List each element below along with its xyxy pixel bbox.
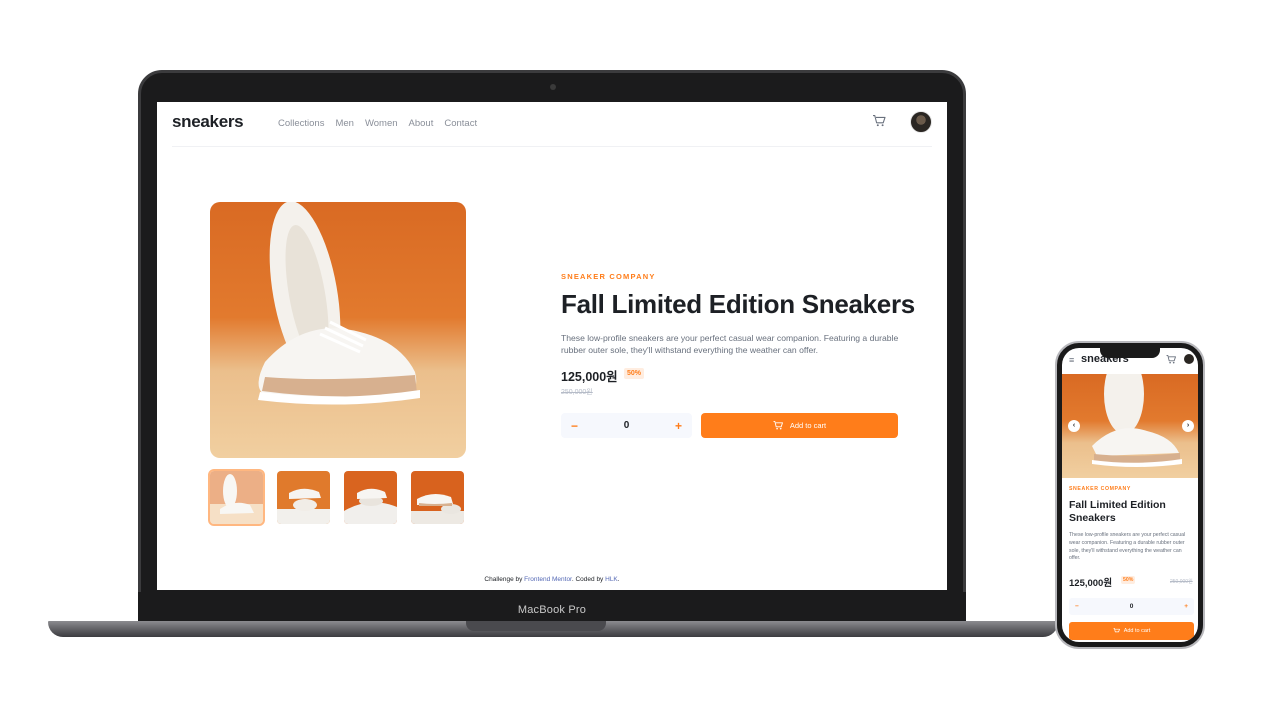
add-to-cart-button[interactable]: Add to cart — [701, 413, 898, 438]
mobile-discount-badge: 50% — [1121, 576, 1136, 584]
cart-icon — [1113, 628, 1120, 633]
thumbnail-2[interactable] — [277, 471, 330, 524]
mobile-add-to-cart-label: Add to cart — [1123, 628, 1151, 634]
cart-icon[interactable] — [1166, 355, 1176, 364]
current-price: 125,000원 — [561, 370, 618, 384]
decrease-button[interactable]: − — [571, 419, 578, 433]
quantity-value: 0 — [623, 420, 630, 431]
mobile-quantity-value: 0 — [1129, 603, 1134, 610]
frontend-mentor-link[interactable]: Frontend Mentor — [524, 576, 572, 583]
mobile-original-price: 250,000원 — [1170, 579, 1193, 585]
mobile-company-label: SNEAKER COMPANY — [1069, 486, 1131, 492]
mobile-product-image[interactable]: ‹ › — [1062, 374, 1198, 478]
sneaker-illustration — [1092, 374, 1182, 467]
mobile-current-price: 125,000원 — [1069, 578, 1113, 589]
prev-image-button[interactable]: ‹ — [1068, 420, 1080, 432]
mobile-add-to-cart-button[interactable]: Add to cart — [1069, 622, 1194, 640]
site-logo[interactable]: sneakers — [172, 112, 244, 132]
mobile-increase-button[interactable]: + — [1184, 603, 1188, 610]
avatar[interactable] — [1184, 354, 1194, 364]
mobile-quantity-stepper: − 0 + — [1069, 598, 1194, 615]
main-nav: Collections Men Women About Contact — [278, 118, 477, 129]
nav-link-collections[interactable]: Collections — [278, 118, 324, 129]
product-hero-image[interactable] — [210, 202, 466, 458]
next-image-button[interactable]: › — [1182, 420, 1194, 432]
nav-link-contact[interactable]: Contact — [444, 118, 477, 129]
discount-badge: 50% — [624, 368, 645, 379]
mockup-stage: MacBook Pro sneakers Collections Men Wom… — [0, 0, 1280, 720]
thumbnail-list — [208, 469, 464, 526]
mobile-site: ≡ sneakers ‹ › SNEAKER COMPANY Fall Limi… — [1062, 348, 1198, 642]
thumbnail-4[interactable] — [411, 471, 464, 524]
product-title: Fall Limited Edition Sneakers — [561, 289, 915, 319]
sneaker-illustration — [258, 202, 420, 405]
nav-link-women[interactable]: Women — [365, 118, 398, 129]
phone-notch — [1100, 346, 1160, 358]
quantity-stepper: − 0 + — [561, 413, 692, 438]
menu-icon[interactable]: ≡ — [1069, 355, 1074, 365]
product-description: These low-profile sneakers are your perf… — [561, 333, 899, 355]
thumbnail-3[interactable] — [344, 471, 397, 524]
laptop-notch — [466, 621, 606, 631]
attribution-prefix: Challenge by — [484, 576, 523, 583]
nav-link-men[interactable]: Men — [335, 118, 353, 129]
laptop-model-label: MacBook Pro — [517, 604, 587, 616]
mobile-product-title: Fall Limited Edition Sneakers — [1069, 499, 1166, 524]
thumbnail-1[interactable] — [208, 469, 265, 526]
mobile-product-description: These low-profile sneakers are your perf… — [1069, 532, 1186, 562]
attribution-middle: . Coded by — [571, 576, 604, 583]
add-to-cart-label: Add to cart — [789, 421, 827, 430]
site-header: sneakers Collections Men Women About Con… — [172, 111, 932, 142]
mobile-decrease-button[interactable]: − — [1075, 603, 1079, 610]
desktop-site: sneakers Collections Men Women About Con… — [157, 102, 947, 590]
attribution: Challenge by Frontend Mentor. Coded by H… — [157, 576, 947, 583]
header-divider — [172, 146, 932, 147]
cart-icon[interactable] — [872, 115, 886, 127]
attribution-suffix: . — [617, 576, 620, 583]
cart-icon — [773, 421, 783, 430]
author-link[interactable]: HLK — [605, 576, 618, 583]
original-price: 250,000원 — [561, 389, 593, 396]
nav-link-about[interactable]: About — [409, 118, 434, 129]
avatar[interactable] — [910, 111, 932, 133]
increase-button[interactable]: + — [675, 419, 682, 433]
company-label: SNEAKER COMPANY — [561, 272, 656, 281]
laptop-camera — [550, 84, 556, 90]
